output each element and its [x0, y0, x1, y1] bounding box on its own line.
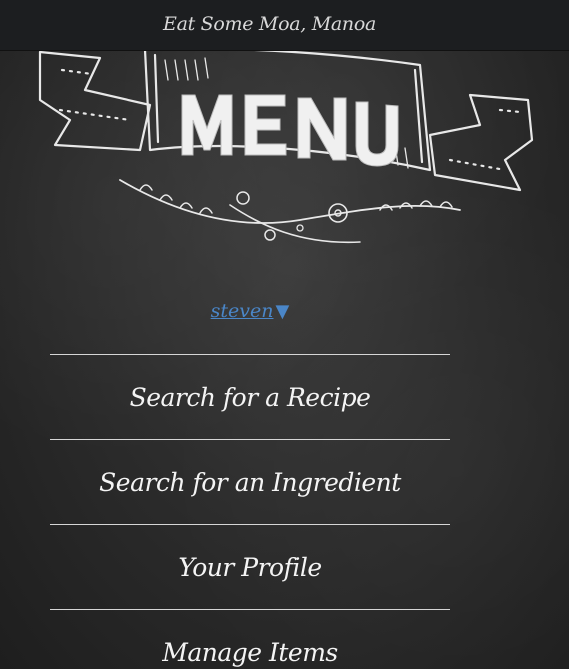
- main-menu-list: Search for a Recipe Search for an Ingred…: [50, 354, 450, 669]
- menu-banner-illustration: [0, 47, 569, 260]
- menu-item-manage-items[interactable]: Manage Items: [50, 609, 450, 669]
- user-dropdown-toggle[interactable]: steven ▼: [211, 300, 290, 322]
- menu-item-label: Your Profile: [178, 552, 322, 582]
- menu-item-label: Manage Items: [162, 637, 338, 667]
- top-navbar: Eat Some Moa, Manoa: [0, 0, 569, 51]
- user-dropdown[interactable]: steven ▼: [0, 300, 500, 322]
- menu-item-search-recipe[interactable]: Search for a Recipe: [50, 354, 450, 439]
- caret-down-icon: ▼: [275, 301, 290, 322]
- menu-item-label: Search for a Recipe: [129, 382, 371, 412]
- menu-item-your-profile[interactable]: Your Profile: [50, 524, 450, 609]
- chalk-banner-icon: [38, 47, 534, 244]
- menu-item-label: Search for an Ingredient: [99, 467, 401, 497]
- menu-item-search-ingredient[interactable]: Search for an Ingredient: [50, 439, 450, 524]
- brand-link[interactable]: Eat Some Moa, Manoa: [163, 13, 376, 35]
- username-label: steven: [210, 300, 274, 322]
